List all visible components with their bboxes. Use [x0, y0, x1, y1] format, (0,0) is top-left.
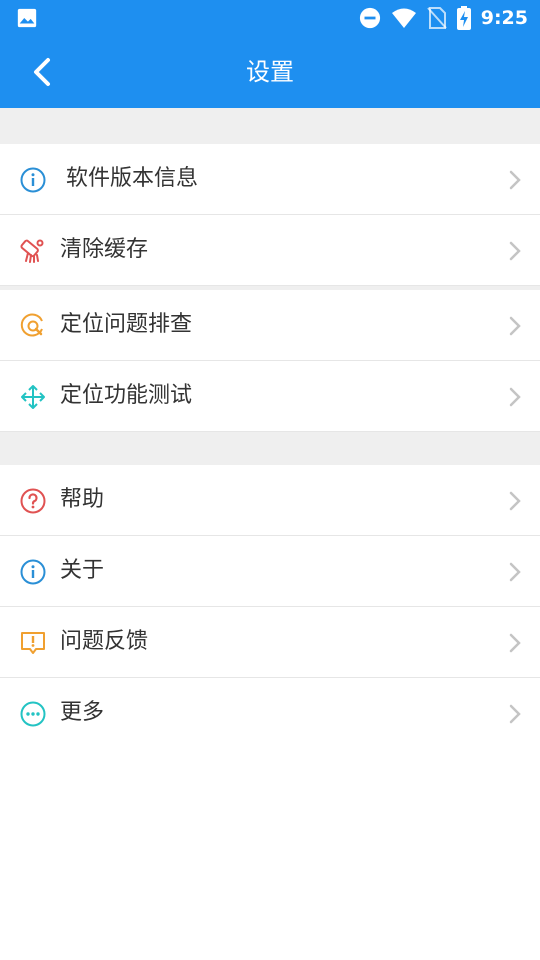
more-icon — [20, 701, 46, 727]
move-arrows-icon — [21, 385, 45, 409]
battery-charging-icon — [456, 6, 471, 30]
app-bar: 设置 — [0, 36, 540, 108]
info-icon — [20, 167, 46, 193]
image-icon — [17, 8, 37, 28]
settings-item-location-test[interactable]: 定位功能测试 — [0, 361, 540, 432]
settings-item-label: 帮助 — [60, 487, 105, 512]
settings-item-label: 问题反馈 — [60, 629, 149, 654]
settings-item-label: 清除缓存 — [60, 237, 149, 262]
clock: 9:25 — [480, 7, 528, 29]
section-spacer — [0, 108, 540, 144]
settings-item-label: 软件版本信息 — [66, 166, 199, 191]
settings-item-feedback[interactable]: 问题反馈 — [0, 607, 540, 678]
settings-item-help[interactable]: 帮助 — [0, 465, 540, 536]
settings-item-label: 定位问题排查 — [60, 312, 193, 337]
chevron-right-icon — [509, 170, 521, 190]
settings-item-label: 更多 — [60, 700, 105, 725]
chevron-right-icon — [509, 633, 521, 653]
settings-item-more[interactable]: 更多 — [0, 678, 540, 748]
chevron-right-icon — [509, 704, 521, 724]
at-location-icon — [20, 313, 43, 337]
section-spacer — [0, 432, 540, 465]
settings-item-label: 关于 — [60, 558, 105, 583]
page-title: 设置 — [246, 58, 294, 86]
chevron-right-icon — [509, 562, 521, 582]
chevron-right-icon — [509, 387, 521, 407]
settings-item-version-info[interactable]: 软件版本信息 — [0, 144, 540, 215]
settings-item-about[interactable]: 关于 — [0, 536, 540, 607]
dnd-icon — [359, 7, 380, 29]
chevron-right-icon — [509, 491, 521, 511]
feedback-icon — [21, 632, 45, 654]
settings-item-location-troubleshoot[interactable]: 定位问题排查 — [0, 290, 540, 361]
settings-item-label: 定位功能测试 — [60, 383, 193, 408]
broom-icon — [20, 239, 44, 263]
settings-list: 软件版本信息 清除缓存 定位问题排查 定位功能测试 帮助 关于 问题反馈 更多 — [0, 108, 540, 748]
status-bar: 9:25 — [0, 0, 540, 36]
settings-item-clear-cache[interactable]: 清除缓存 — [0, 215, 540, 286]
wifi-icon — [391, 8, 416, 28]
help-icon — [20, 488, 46, 514]
chevron-right-icon — [509, 316, 521, 336]
info-icon — [20, 559, 46, 585]
no-sim-icon — [426, 7, 447, 29]
chevron-right-icon — [509, 241, 521, 261]
